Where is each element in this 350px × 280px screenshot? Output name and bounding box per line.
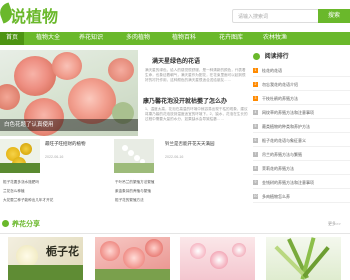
rank-item[interactable]: 3 干枝杜鹃的养殖方法	[253, 93, 350, 105]
card-thumbnail[interactable]	[0, 139, 40, 173]
card-date: 2022-06-16	[45, 155, 64, 159]
list-item[interactable]: 大花蕙兰种子能种出几年才开花	[3, 196, 103, 205]
nav-item-succulents[interactable]: 多肉植物	[112, 32, 160, 45]
rank-number: 6	[253, 138, 258, 144]
nav-item-home[interactable]: 首页	[0, 32, 24, 45]
nav-item-gallery[interactable]: 花卉图库	[207, 32, 253, 45]
logo-text: 说植物	[10, 7, 59, 26]
section-title: 养花分享	[12, 221, 40, 228]
list-item[interactable]: 兰花怎么种植	[3, 187, 103, 196]
card-date: 2022-06-16	[165, 155, 184, 159]
rank-item[interactable]: 6 栀子花的花语与象征意义	[253, 135, 350, 147]
gallery-label: 栀子花	[46, 245, 79, 258]
rank-header: 阅读排行	[253, 51, 350, 63]
rank-number: 5	[253, 124, 258, 130]
rank-number: 9	[253, 180, 258, 186]
card-thumbnail[interactable]	[114, 139, 154, 173]
site-logo[interactable]: 说植物	[0, 2, 62, 28]
slider-caption[interactable]: 白色花题了认真使用	[0, 119, 138, 131]
rank-item[interactable]: 8 茉莉花的养殖方法	[253, 163, 350, 175]
nav-item-encyclopedia[interactable]: 植物百科	[160, 32, 207, 45]
nav-item-knowledge[interactable]: 养花知识	[70, 32, 112, 45]
rank-item[interactable]: 9 金钱树的养殖方法和注意事项	[253, 177, 350, 189]
article-title[interactable]: 康乃馨花泡没开就枯萎了怎么办	[143, 96, 227, 105]
rank-number: 10	[253, 194, 258, 200]
nav-item-agriculture[interactable]: 农林牧渔	[253, 32, 300, 45]
rank-item[interactable]: 7 吊兰的养殖方法与繁殖	[253, 149, 350, 161]
rank-number: 2	[253, 82, 258, 88]
article-summary: 1、温度太高，花泡在高温的环境中就容易出现干枯的现象，建议将康乃馨的花泡放到温度…	[145, 107, 248, 121]
gallery-image[interactable]	[180, 237, 255, 280]
main-nav: 首页 植物大全 养花知识 多肉植物 植物百科 花卉图库 农林牧渔	[0, 32, 350, 45]
gallery-image[interactable]	[95, 237, 170, 280]
rank-number: 4	[253, 110, 258, 116]
rank-item[interactable]: 4 网纹草的养殖方法和注意事项	[253, 107, 350, 119]
rank-number: 3	[253, 96, 258, 102]
card-title[interactable]: 最旺子旺招财的植物	[45, 141, 86, 147]
article-summary: 满天星的绿色，给人的感觉很舒服，是一种清新的颜色，代表着生命，也象征着朝气，满天…	[145, 68, 246, 82]
rank-item[interactable]: 2 勿忘我花的花语介绍	[253, 79, 350, 91]
gallery-image[interactable]: 栀子花	[8, 237, 83, 280]
rank-title: 阅读排行	[264, 54, 289, 60]
nav-item-plants[interactable]: 植物大全	[24, 32, 70, 45]
list-item[interactable]: 栀子花要多浇水施肥吗	[3, 178, 103, 187]
list-item[interactable]: 栀子花的繁殖方法	[115, 196, 215, 205]
gallery-image[interactable]	[266, 237, 341, 280]
more-link[interactable]: 更多>>	[328, 221, 341, 227]
flower-icon	[2, 220, 9, 227]
section-header: 养花分享 更多>>	[0, 216, 350, 234]
rank-number: 7	[253, 152, 258, 158]
article-title[interactable]: 满天星绿色的花语	[152, 56, 200, 65]
rank-item[interactable]: 5 蕨类植物的种类和养护方法	[253, 121, 350, 133]
list-item[interactable]: 紫金象耳的养殖与繁殖	[115, 187, 215, 196]
rank-item[interactable]: 1 桂花的花语	[253, 65, 350, 77]
article-list-left: 栀子花要多浇水施肥吗 兰花怎么种植 大花蕙兰种子能种出几年才开花	[3, 178, 103, 205]
rank-number: 8	[253, 166, 258, 172]
search-button[interactable]: 搜索	[318, 9, 350, 23]
search-input[interactable]: 请输入搜索词	[232, 9, 319, 23]
article-list-right: 千叶吊兰的繁殖方法繁殖 紫金象耳的养殖与繁殖 栀子花的繁殖方法	[115, 178, 215, 205]
list-item[interactable]: 千叶吊兰的繁殖方法繁殖	[115, 178, 215, 187]
rank-icon	[253, 52, 260, 60]
rank-number: 1	[253, 68, 258, 74]
card-title[interactable]: 铃兰是否能开花天天满园	[165, 141, 215, 147]
rank-item[interactable]: 10 多肉植物怎么养	[253, 191, 350, 203]
